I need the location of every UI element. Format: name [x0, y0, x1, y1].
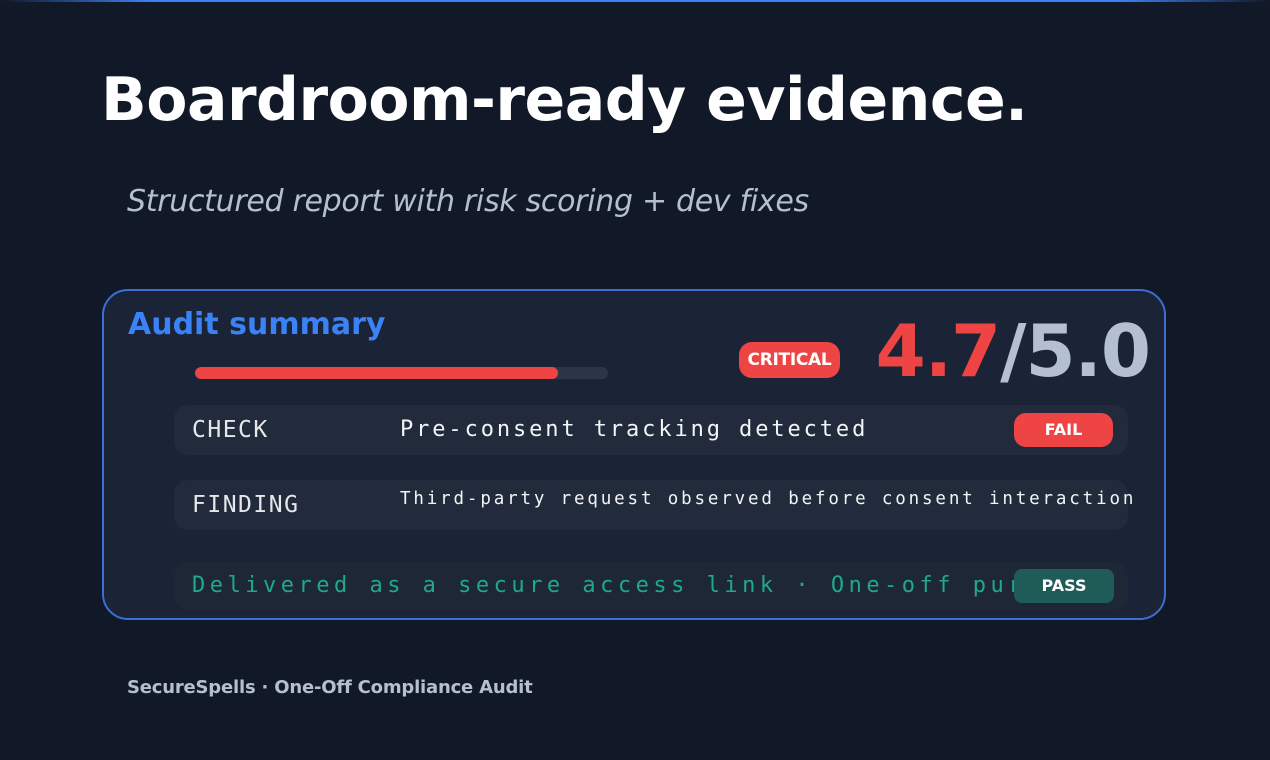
finding-row: FINDING Third-party request observed bef… [174, 480, 1133, 530]
finding-text: Third-party request observed before cons… [400, 489, 1137, 509]
top-accent-line [0, 0, 1270, 2]
check-row: CHECK Pre-consent tracking detected FAIL [174, 405, 1128, 455]
score-separator: / [1000, 309, 1026, 393]
score-max: 5.0 [1025, 309, 1151, 393]
headline: Boardroom-ready evidence. [101, 65, 1028, 135]
footer-brand: SecureSpells · One-Off Compliance Audit [127, 677, 533, 698]
severity-badge: CRITICAL [739, 342, 840, 378]
pass-status-badge: PASS [1014, 569, 1114, 603]
finding-label: FINDING [192, 492, 300, 518]
audit-summary-card: Audit summary CRITICAL 4.7/5.0 CHECK Pre… [102, 289, 1166, 620]
score-value: 4.7 [875, 309, 1002, 393]
risk-score: 4.7/5.0 [875, 309, 1151, 393]
check-text: Pre-consent tracking detected [400, 417, 869, 442]
delivery-row: Delivered as a secure access link · One-… [174, 562, 1128, 610]
check-label: CHECK [192, 417, 269, 443]
risk-score-bar-fill [195, 367, 559, 379]
fail-status-badge: FAIL [1014, 413, 1113, 447]
delivery-text: Delivered as a secure access link · One-… [192, 573, 1115, 598]
card-title: Audit summary [128, 307, 386, 342]
risk-score-bar [195, 367, 608, 379]
subtitle: Structured report with risk scoring + de… [127, 184, 809, 219]
